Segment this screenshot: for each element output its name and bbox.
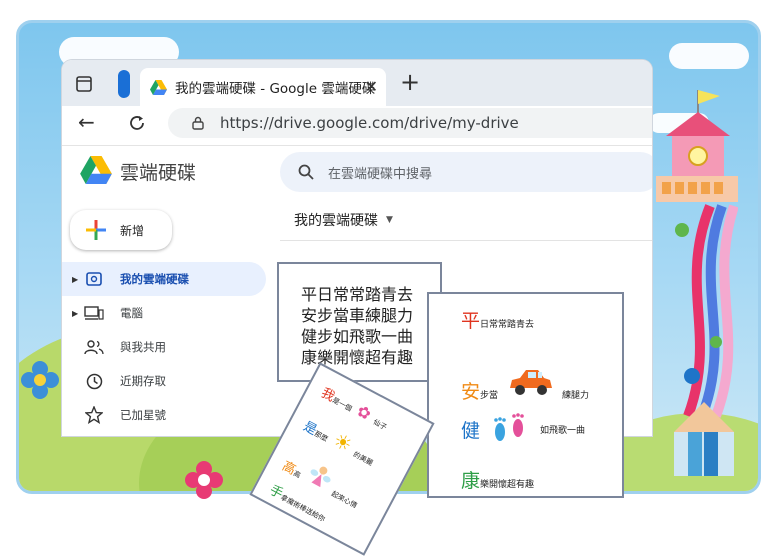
sidebar-item-computers[interactable]: ▶ 電腦	[62, 296, 266, 330]
acrostic-first-char: 平	[461, 310, 481, 332]
flower-icon	[21, 361, 59, 399]
new-button-label: 新增	[120, 223, 145, 238]
chevron-down-icon: ▼	[386, 215, 393, 225]
acrostic-row: 健 如飛歌一曲	[461, 412, 585, 446]
flower-icon	[185, 461, 223, 499]
fairy-icon	[310, 466, 331, 488]
acrostic-first-char: 安	[461, 381, 481, 403]
computer-icon	[84, 306, 104, 320]
acrostic-after: 的美麗	[351, 450, 375, 468]
acrostic-rest: 樂開懷超有趣	[480, 480, 535, 490]
google-drive-logo-icon	[80, 156, 112, 184]
acrostic-rest: 拿魔術棒送給你	[279, 493, 327, 524]
close-tab-icon[interactable]: ✕	[365, 77, 378, 96]
google-drive-icon	[150, 79, 167, 95]
sidebar-item-recent[interactable]: 近期存取	[62, 364, 266, 398]
acrostic-rest: 是一個	[330, 396, 354, 414]
acrostic-rest: 日常常踏青去	[480, 320, 535, 330]
sidebar-item-label: 已加星號	[120, 408, 166, 422]
acrostic-after: 如飛歌一曲	[540, 425, 586, 436]
acrostic-after: 仙子	[371, 417, 388, 432]
sidebar-item-label: 與我共用	[120, 340, 166, 354]
footprints-icon	[494, 413, 524, 441]
car-icon	[510, 370, 553, 395]
acrostic-row: 平 日常常踏青去	[461, 306, 534, 333]
acrostic-first-char: 健	[461, 419, 481, 442]
acrostic-row: 康 樂開懷超有趣	[461, 466, 534, 493]
acrostic-after: 起來心情	[329, 489, 359, 510]
address-bar[interactable]: https://drive.google.com/drive/my-drive	[168, 108, 652, 138]
acrostic-rest: 步當	[480, 391, 499, 401]
tab-my-drive[interactable]: 我的雲端硬碟 - Google 雲端硬碟 ✕	[140, 68, 386, 106]
breadcrumb-label: 我的雲端硬碟	[294, 213, 378, 229]
new-tab-icon[interactable]: +	[400, 68, 420, 96]
new-button[interactable]: 新增	[70, 210, 172, 250]
drive-app-name: 雲端硬碟	[120, 162, 197, 184]
lock-icon	[192, 116, 204, 130]
poem-line: 安步當車練腿力	[301, 306, 414, 325]
tab-title: 我的雲端硬碟 - Google 雲端硬碟	[175, 81, 376, 97]
star-icon	[85, 406, 103, 424]
expand-arrow-icon: ▶	[72, 274, 79, 284]
breadcrumb[interactable]: 我的雲端硬碟 ▼	[294, 210, 393, 230]
drive-icon	[86, 272, 102, 286]
sidebar-item-my-drive[interactable]: ▶ 我的雲端硬碟	[62, 262, 266, 296]
castle-tower-illustration	[656, 90, 738, 476]
sidebar-item-label: 電腦	[120, 306, 143, 320]
acrostic-picture-card: 平 日常常踏青去 安 步當 練腿力 健 如飛歌一曲 康 樂開懷超有趣	[427, 292, 624, 498]
tab-bar: 我的雲端硬碟 - Google 雲端硬碟 ✕ +	[62, 60, 652, 106]
poem-line: 健步如飛歌一曲	[301, 327, 414, 346]
flower-icon: ✿	[353, 400, 375, 424]
acrostic-first-char: 康	[461, 470, 481, 492]
expand-arrow-icon: ▶	[72, 308, 79, 318]
vertical-tabs-icon[interactable]	[118, 70, 130, 98]
sidebar-item-label: 我的雲端硬碟	[120, 272, 189, 286]
poem-card: 平日常常踏青去 安步當車練腿力 健步如飛歌一曲 康樂開懷超有趣	[277, 262, 442, 382]
divider	[280, 240, 652, 241]
sidebar-item-starred[interactable]: 已加星號	[62, 398, 266, 432]
cloud	[669, 43, 749, 69]
refresh-icon[interactable]	[128, 114, 146, 132]
back-icon[interactable]: ←	[78, 110, 95, 134]
acrostic-row: 安 步當 練腿力	[461, 366, 589, 404]
acrostic-after: 練腿力	[562, 391, 590, 401]
tab-actions-icon[interactable]	[76, 76, 92, 92]
poem-line: 平日常常踏青去	[301, 285, 414, 304]
people-icon	[84, 340, 104, 355]
search-placeholder: 在雲端硬碟中搜尋	[328, 167, 433, 182]
sun-icon: ☀	[329, 427, 357, 458]
clock-icon	[86, 373, 103, 389]
sidebar-item-label: 近期存取	[120, 374, 166, 388]
url-text: https://drive.google.com/drive/my-drive	[220, 114, 519, 132]
plus-icon	[86, 220, 106, 240]
search-icon	[298, 164, 314, 180]
acrostic-rest: 那麼	[313, 429, 330, 444]
drive-search-box[interactable]: 在雲端硬碟中搜尋	[280, 152, 652, 192]
sidebar-item-shared-with-me[interactable]: 與我共用	[62, 330, 266, 364]
